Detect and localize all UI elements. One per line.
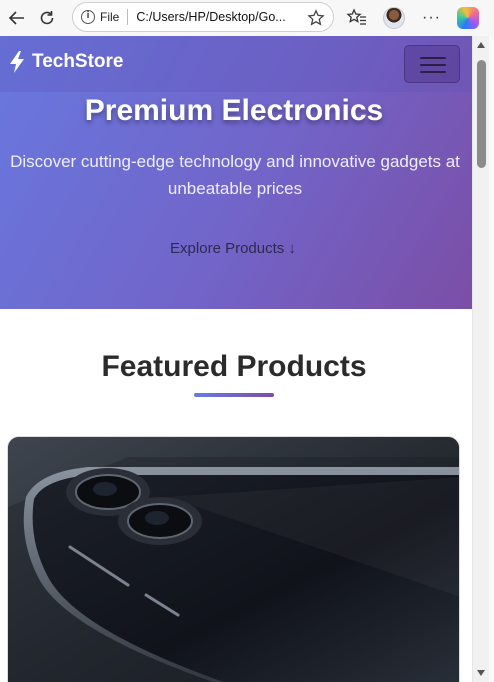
address-bar[interactable]: i File C:/Users/HP/Desktop/Go... <box>72 2 334 32</box>
brand-name: TechStore <box>32 51 124 72</box>
more-dots[interactable]: ··· <box>422 9 441 27</box>
brand-link[interactable]: TechStore <box>8 50 124 74</box>
window-edge <box>489 36 494 682</box>
copilot-icon[interactable] <box>457 2 479 34</box>
avatar[interactable] <box>383 7 405 29</box>
bolt-icon <box>10 51 24 73</box>
star-icon[interactable] <box>307 9 325 32</box>
profile-avatar[interactable] <box>383 2 405 34</box>
favorites-icon[interactable] <box>346 2 368 34</box>
page-viewport: TechStore Premium Electronics Discover c… <box>0 36 472 682</box>
hamburger-icon-line <box>420 64 446 67</box>
url-text[interactable]: C:/Users/HP/Desktop/Go... <box>136 10 306 24</box>
scheme-label: File <box>100 10 120 24</box>
product-card[interactable] <box>7 436 460 682</box>
hero-section: TechStore Premium Electronics Discover c… <box>0 36 472 309</box>
menu-toggle-button[interactable] <box>404 45 460 83</box>
scroll-up-icon[interactable] <box>477 42 485 48</box>
hamburger-icon-line <box>420 71 446 74</box>
navbar: TechStore <box>0 36 472 92</box>
more-icon[interactable]: ··· <box>422 2 441 34</box>
smartphone-product-image <box>8 437 459 682</box>
title-underline <box>194 393 274 397</box>
explore-products-link[interactable]: Explore Products ↓ <box>0 240 466 257</box>
info-icon[interactable]: i <box>81 10 95 24</box>
back-arrow-icon[interactable] <box>0 2 34 34</box>
copilot-logo[interactable] <box>457 7 479 29</box>
browser-toolbar: i File C:/Users/HP/Desktop/Go... ··· <box>0 0 494 36</box>
reload-icon[interactable] <box>30 2 64 34</box>
hero-subtitle: Discover cutting-edge technology and inn… <box>10 152 460 198</box>
featured-title: Featured Products <box>101 350 367 383</box>
hero-title: Premium Electronics <box>84 94 384 127</box>
scroll-down-icon[interactable] <box>477 670 485 676</box>
address-separator <box>127 9 129 25</box>
hamburger-icon <box>420 57 446 60</box>
scrollbar-thumb[interactable] <box>477 60 486 168</box>
vertical-scrollbar[interactable] <box>472 36 489 682</box>
